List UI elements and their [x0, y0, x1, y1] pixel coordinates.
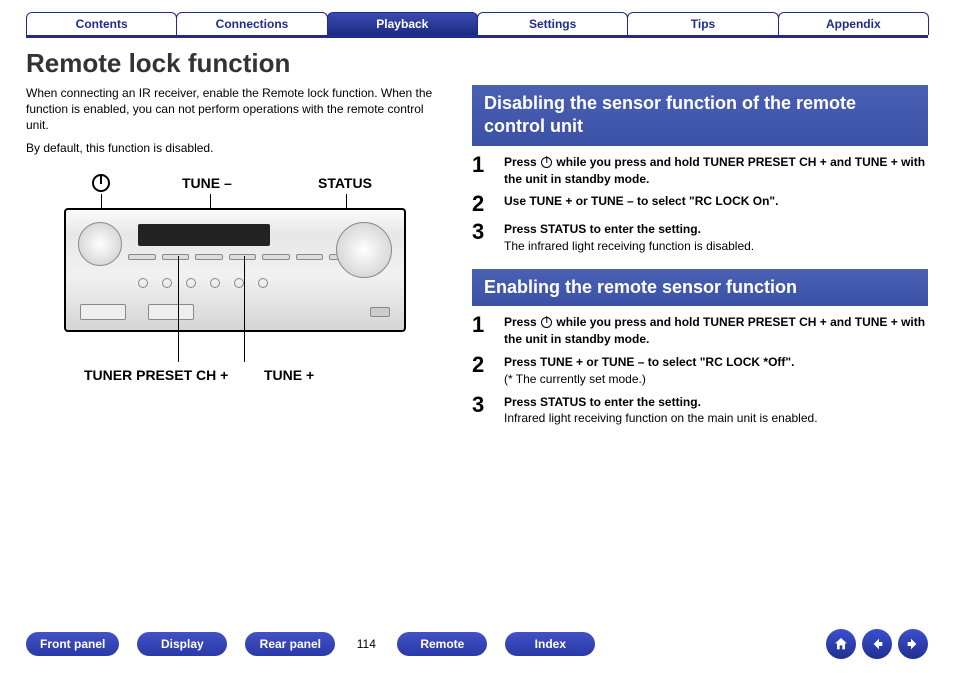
jack	[258, 278, 268, 288]
jack	[162, 278, 172, 288]
step-note: Infrared light receiving function on the…	[504, 410, 818, 427]
footer-link-remote[interactable]: Remote	[397, 632, 487, 656]
step-body: Press STATUS to enter the setting. Infra…	[504, 394, 818, 428]
power-knob	[78, 222, 122, 266]
lower-row	[80, 304, 390, 320]
footer-link-index[interactable]: Index	[505, 632, 595, 656]
step-number: 2	[472, 193, 492, 215]
power-icon	[541, 157, 552, 168]
panel-button	[128, 254, 156, 260]
step: 1 Press while you press and hold TUNER P…	[472, 154, 928, 188]
step-text: while you press and hold TUNER PRESET CH…	[504, 155, 925, 186]
steps-enable: 1 Press while you press and hold TUNER P…	[472, 314, 928, 427]
step-text: Press STATUS to enter the setting.	[504, 394, 818, 411]
step-body: Press TUNE + or TUNE – to select "RC LOC…	[504, 354, 794, 388]
power-icon	[92, 174, 110, 192]
footer-link-display[interactable]: Display	[137, 632, 227, 656]
step-text: Press TUNE + or TUNE – to select "RC LOC…	[504, 354, 794, 371]
label-tune-minus: TUNE –	[182, 174, 232, 193]
step-body: Press while you press and hold TUNER PRE…	[504, 154, 928, 188]
step: 2 Press TUNE + or TUNE – to select "RC L…	[472, 354, 928, 388]
step-number: 3	[472, 221, 492, 255]
step-text: Press	[504, 155, 540, 169]
power-icon	[541, 317, 552, 328]
device-figure: TUNE – STATUS	[26, 172, 446, 432]
nav-icons	[826, 629, 928, 659]
step-text: Use TUNE + or TUNE – to select "RC LOCK …	[504, 194, 778, 208]
footer-link-rear-panel[interactable]: Rear panel	[245, 632, 335, 656]
step-text: Press STATUS to enter the setting.	[504, 221, 754, 238]
panel-button	[262, 254, 290, 260]
jack	[186, 278, 196, 288]
manual-page: Contents Connections Playback Settings T…	[0, 0, 954, 673]
step: 3 Press STATUS to enter the setting. The…	[472, 221, 928, 255]
home-icon[interactable]	[826, 629, 856, 659]
label-tune-plus: TUNE +	[264, 366, 314, 385]
step-note: (* The currently set mode.)	[504, 371, 794, 388]
intro-paragraph-2: By default, this function is disabled.	[26, 140, 446, 156]
step-number: 1	[472, 314, 492, 348]
arrow-left-icon[interactable]	[862, 629, 892, 659]
section-heading-enable: Enabling the remote sensor function	[472, 269, 928, 306]
step-number: 2	[472, 354, 492, 388]
jack	[234, 278, 244, 288]
front-display	[138, 224, 270, 246]
step-body: Press STATUS to enter the setting. The i…	[504, 221, 754, 255]
leader-line	[244, 256, 245, 362]
panel-button	[162, 254, 190, 260]
step-number: 1	[472, 154, 492, 188]
leader-line	[178, 256, 179, 362]
footer-link-front-panel[interactable]: Front panel	[26, 632, 119, 656]
tab-connections[interactable]: Connections	[176, 12, 327, 35]
step-body: Press while you press and hold TUNER PRE…	[504, 314, 928, 348]
step: 3 Press STATUS to enter the setting. Inf…	[472, 394, 928, 428]
panel-button	[229, 254, 257, 260]
step-number: 3	[472, 394, 492, 428]
right-column: Disabling the sensor function of the rem…	[472, 85, 928, 441]
section-heading-disable: Disabling the sensor function of the rem…	[472, 85, 928, 146]
intro-paragraph-1: When connecting an IR receiver, enable t…	[26, 85, 446, 134]
step-text: while you press and hold TUNER PRESET CH…	[504, 315, 925, 346]
page-number: 114	[353, 637, 379, 651]
jack	[138, 278, 148, 288]
arrow-right-icon[interactable]	[898, 629, 928, 659]
tab-appendix[interactable]: Appendix	[778, 12, 929, 35]
label-status: STATUS	[318, 174, 372, 193]
volume-knob	[336, 222, 392, 278]
top-tabbar: Contents Connections Playback Settings T…	[26, 12, 928, 38]
step: 2 Use TUNE + or TUNE – to select "RC LOC…	[472, 193, 928, 215]
page-title: Remote lock function	[26, 48, 928, 79]
panel-button	[296, 254, 324, 260]
page-footer: Front panel Display Rear panel 114 Remot…	[26, 629, 928, 659]
label-tuner-preset-ch-plus: TUNER PRESET CH +	[84, 366, 228, 385]
jack-row	[138, 278, 268, 288]
front-port	[370, 307, 390, 317]
tab-contents[interactable]: Contents	[26, 12, 177, 35]
tab-tips[interactable]: Tips	[627, 12, 778, 35]
tab-playback[interactable]: Playback	[327, 12, 478, 35]
device-outline	[64, 208, 406, 332]
step: 1 Press while you press and hold TUNER P…	[472, 314, 928, 348]
panel-button	[195, 254, 223, 260]
steps-disable: 1 Press while you press and hold TUNER P…	[472, 154, 928, 255]
front-plate	[80, 304, 126, 320]
left-column: When connecting an IR receiver, enable t…	[26, 85, 446, 441]
step-note: The infrared light receiving function is…	[504, 238, 754, 255]
step-body: Use TUNE + or TUNE – to select "RC LOCK …	[504, 193, 778, 215]
front-plate	[148, 304, 194, 320]
tab-settings[interactable]: Settings	[477, 12, 628, 35]
step-text: Press	[504, 315, 540, 329]
jack	[210, 278, 220, 288]
